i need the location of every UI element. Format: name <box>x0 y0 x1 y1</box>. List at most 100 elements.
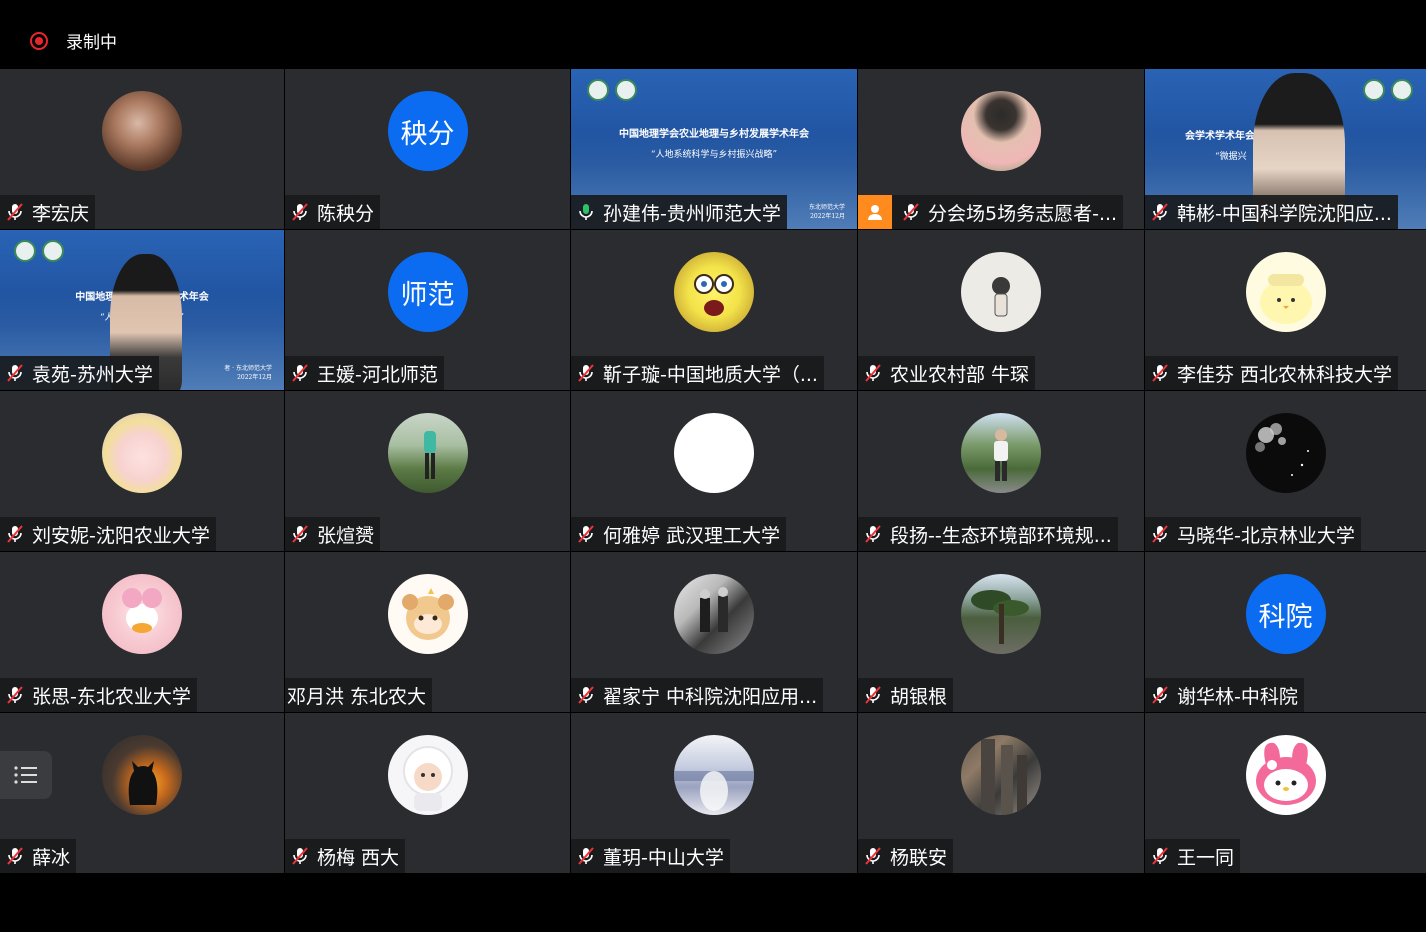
participant-name: 刘安妮-沈阳农业大学 <box>32 524 210 547</box>
avatar <box>102 91 182 171</box>
participant-tile[interactable]: 师范 王媛-河北师范 <box>285 230 570 390</box>
participant-name: 李宏庆 <box>32 202 90 225</box>
mic-muted-icon[interactable] <box>575 523 597 545</box>
participant-tile[interactable]: 李佳芬 西北农林科技大学 <box>1145 230 1426 390</box>
mic-muted-icon[interactable] <box>289 845 311 867</box>
mic-muted-icon[interactable] <box>1149 201 1171 223</box>
participant-tile[interactable]: 邓月洪 东北农大 <box>285 552 570 712</box>
avatar <box>1245 413 1326 493</box>
mic-muted-icon[interactable] <box>289 201 311 223</box>
participant-tile[interactable]: 刘安妮-沈阳农业大学 <box>0 391 284 551</box>
participant-tile[interactable]: 胡银根 <box>858 552 1144 712</box>
participant-tile[interactable]: 马晓华-北京林业大学 <box>1145 391 1426 551</box>
participant-tile[interactable]: 会学术学术年会 国中 “微据兴 韩彬-中国科学院沈阳应... <box>1145 69 1426 229</box>
avatar <box>387 413 468 493</box>
avatar <box>674 252 754 332</box>
participant-tile[interactable]: 张煊赟 <box>285 391 570 551</box>
participant-tile[interactable]: 董玥-中山大学 <box>571 713 857 873</box>
mic-muted-icon[interactable] <box>1149 845 1171 867</box>
participant-tile[interactable]: 杨梅 西大 <box>285 713 570 873</box>
name-bar: 翟家宁 中科院沈阳应用... <box>571 678 824 712</box>
avatar <box>387 574 468 654</box>
mic-muted-icon[interactable] <box>862 523 884 545</box>
name-bar: 段扬--生态环境部环境规... <box>858 517 1118 551</box>
avatar: 秧分 <box>387 91 468 171</box>
name-bar: 农业农村部 牛琛 <box>858 356 1036 390</box>
avatar <box>961 735 1041 815</box>
participant-tile[interactable]: 秧分 陈秧分 <box>285 69 570 229</box>
mic-muted-icon[interactable] <box>862 684 884 706</box>
participant-name: 王一同 <box>1177 846 1235 869</box>
name-bar: 张思-东北农业大学 <box>0 678 197 712</box>
mic-muted-icon[interactable] <box>1149 362 1171 384</box>
recording-indicator[interactable]: 录制中 <box>30 28 117 53</box>
participant-tile[interactable]: 王一同 <box>1145 713 1426 873</box>
participant-tile[interactable]: 段扬--生态环境部环境规... <box>858 391 1144 551</box>
screen-title: 中国地理学会农业地理与乡村发展学术年会 <box>619 129 809 140</box>
participant-tile[interactable]: 薛冰 <box>0 713 284 873</box>
logo-icon <box>615 79 637 101</box>
participant-name: 李佳芬 西北农林科技大学 <box>1177 363 1393 386</box>
participant-name: 王媛-河北师范 <box>317 363 438 386</box>
mic-muted-icon[interactable] <box>4 523 26 545</box>
participant-name: 杨梅 西大 <box>317 846 400 869</box>
mic-muted-icon[interactable] <box>4 362 26 384</box>
avatar <box>961 413 1041 493</box>
screen-footer: 者 · 东北师范大学 2022年12月 <box>224 365 272 381</box>
name-bar: 韩彬-中国科学院沈阳应... <box>1145 195 1398 229</box>
mic-muted-icon[interactable] <box>4 684 26 706</box>
avatar <box>674 413 754 493</box>
avatar <box>961 574 1041 654</box>
mic-muted-icon[interactable] <box>4 201 26 223</box>
mic-muted-icon[interactable] <box>289 523 311 545</box>
name-bar: 靳子璇-中国地质大学（... <box>571 356 824 390</box>
participant-tile[interactable]: 杨联安 <box>858 713 1144 873</box>
participant-name: 农业农村部 牛琛 <box>890 363 1030 386</box>
mic-muted-icon[interactable] <box>1149 684 1171 706</box>
participant-name: 孙建伟-贵州师范大学 <box>603 202 781 225</box>
mic-muted-icon[interactable] <box>1149 523 1171 545</box>
logo-icon <box>587 79 609 101</box>
participant-tile[interactable]: 何雅婷 武汉理工大学 <box>571 391 857 551</box>
mic-muted-icon[interactable] <box>575 845 597 867</box>
participant-tile[interactable]: 张思-东北农业大学 <box>0 552 284 712</box>
logo-icon <box>1363 79 1385 101</box>
name-bar: 袁苑-苏州大学 <box>0 356 159 390</box>
logo-icon <box>14 240 36 262</box>
participant-name: 杨联安 <box>890 846 948 869</box>
name-bar: 刘安妮-沈阳农业大学 <box>0 517 216 551</box>
avatar <box>674 735 754 815</box>
avatar: 科院 <box>1245 574 1326 654</box>
logo-icon <box>1391 79 1413 101</box>
participant-tile[interactable]: 分会场5场务志愿者-... <box>858 69 1144 229</box>
participant-tile[interactable]: 翟家宁 中科院沈阳应用... <box>571 552 857 712</box>
name-bar: 孙建伟-贵州师范大学 <box>571 195 787 229</box>
participant-name: 胡银根 <box>890 685 948 708</box>
logo-icon <box>42 240 64 262</box>
participant-name: 靳子璇-中国地质大学（... <box>603 363 818 386</box>
name-bar: 李佳芬 西北农林科技大学 <box>1145 356 1399 390</box>
participant-tile[interactable]: 李宏庆 <box>0 69 284 229</box>
avatar <box>102 413 182 493</box>
mic-muted-icon[interactable] <box>289 362 311 384</box>
mic-muted-icon[interactable] <box>575 684 597 706</box>
participant-name: 段扬--生态环境部环境规... <box>890 524 1112 547</box>
mic-muted-icon[interactable] <box>862 362 884 384</box>
mic-active-icon[interactable] <box>575 201 597 223</box>
participant-list-button[interactable] <box>0 751 52 799</box>
participant-name: 马晓华-北京林业大学 <box>1177 524 1355 547</box>
participant-name: 薛冰 <box>32 846 71 869</box>
participant-tile[interactable]: 中国地理学会农 发展学术年会 “人地系统 振兴战略” 者 · 东北师范大学 20… <box>0 230 284 390</box>
mic-muted-icon[interactable] <box>575 362 597 384</box>
mic-muted-icon[interactable] <box>4 845 26 867</box>
mic-muted-icon[interactable] <box>862 845 884 867</box>
avatar <box>961 91 1041 171</box>
record-icon <box>30 31 48 50</box>
participant-tile[interactable]: 农业农村部 牛琛 <box>858 230 1144 390</box>
mic-muted-icon[interactable] <box>900 201 922 223</box>
participant-name: 陈秧分 <box>317 202 375 225</box>
participant-tile[interactable]: 科院 谢华林-中科院 <box>1145 552 1426 712</box>
avatar <box>961 252 1041 332</box>
participant-tile[interactable]: 靳子璇-中国地质大学（... <box>571 230 857 390</box>
participant-tile-speaking[interactable]: 中国地理学会农业地理与乡村发展学术年会 “人地系统科学与乡村振兴战略” 东北师范… <box>571 69 857 229</box>
